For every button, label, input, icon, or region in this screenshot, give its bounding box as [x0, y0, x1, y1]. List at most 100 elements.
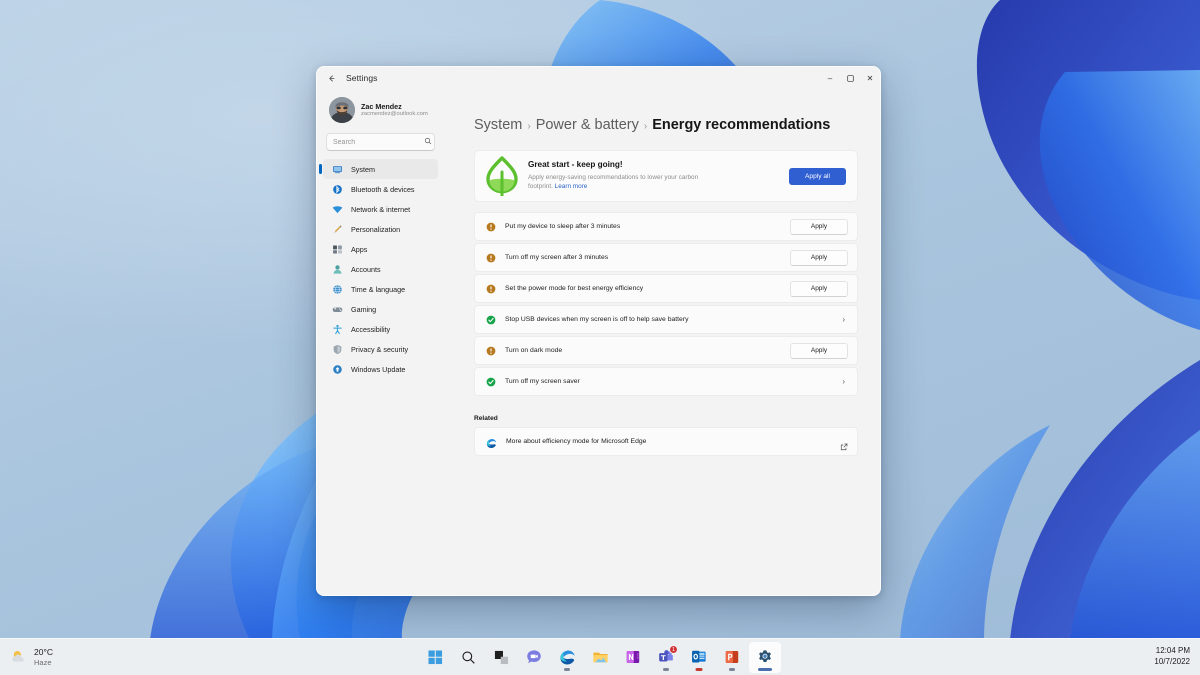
weather-widget[interactable]: 20°C Haze [0, 647, 200, 667]
recommendation-row[interactable]: Stop USB devices when my screen is off t… [474, 305, 858, 334]
shield-icon [332, 344, 343, 355]
search-box[interactable] [326, 133, 435, 151]
taskbar-outlook-button[interactable] [683, 642, 715, 673]
clock-time: 12:04 PM [1154, 646, 1190, 657]
apply-button[interactable]: Apply [790, 343, 848, 359]
breadcrumb-separator: › [527, 121, 530, 132]
clock-date: 10/7/2022 [1154, 657, 1190, 668]
close-button[interactable]: ✕ [860, 67, 880, 89]
taskbar-onenote-button[interactable] [617, 642, 649, 673]
avatar [329, 97, 355, 123]
taskbar-task-view-button[interactable] [485, 642, 517, 673]
outlook-icon [691, 649, 707, 665]
recommendation-row[interactable]: Turn on dark mode Apply [474, 336, 858, 365]
taskbar-teams-button[interactable]: 1 [650, 642, 682, 673]
sidebar-item-label: Accessibility [351, 325, 390, 334]
related-link-label: More about efficiency mode for Microsoft… [506, 438, 840, 445]
sidebar-item-time-language[interactable]: Time & language [323, 279, 438, 299]
sidebar-item-bluetooth-devices[interactable]: Bluetooth & devices [323, 179, 438, 199]
recommendation-row[interactable]: Turn off my screen after 3 minutes Apply [474, 243, 858, 272]
sidebar-item-personalization[interactable]: Personalization [323, 219, 438, 239]
apply-all-button[interactable]: Apply all [789, 168, 846, 185]
taskbar-clock[interactable]: 12:04 PM 10/7/2022 [1154, 646, 1200, 668]
search-input[interactable] [333, 139, 424, 146]
recommendation-row[interactable]: Turn off my screen saver › [474, 367, 858, 396]
recommendation-label: Turn on dark mode [505, 347, 790, 354]
weather-condition: Haze [34, 658, 53, 667]
hero-description-line1: Apply energy-saving recommendations to l… [528, 174, 677, 181]
sidebar: Zac Mendez zacmendez@outlook.com System … [317, 89, 444, 595]
taskbar-start-button[interactable] [419, 642, 451, 673]
sidebar-item-label: Time & language [351, 285, 405, 294]
taskbar-search-button[interactable] [452, 642, 484, 673]
sidebar-item-label: Gaming [351, 305, 376, 314]
sidebar-item-accounts[interactable]: Accounts [323, 259, 438, 279]
sidebar-item-label: Network & internet [351, 205, 410, 214]
search-icon [424, 137, 432, 147]
sidebar-item-label: System [351, 165, 375, 174]
recommendation-row[interactable]: Set the power mode for best energy effic… [474, 274, 858, 303]
apply-button[interactable]: Apply [790, 281, 848, 297]
sidebar-item-privacy-security[interactable]: Privacy & security [323, 339, 438, 359]
accessibility-icon [332, 324, 343, 335]
breadcrumb-separator: › [644, 121, 647, 132]
sidebar-item-accessibility[interactable]: Accessibility [323, 319, 438, 339]
maximize-button[interactable] [840, 67, 860, 89]
sidebar-nav: System Bluetooth & devices Network & int… [323, 159, 438, 379]
minimize-button[interactable]: – [820, 67, 840, 89]
globe-clock-icon [332, 284, 343, 295]
recommendation-label: Turn off my screen after 3 minutes [505, 254, 790, 261]
recommendation-label: Turn off my screen saver [505, 378, 842, 385]
page-title: Energy recommendations [652, 117, 830, 133]
sidebar-item-windows-update[interactable]: Windows Update [323, 359, 438, 379]
learn-more-link[interactable]: Learn more [555, 183, 588, 190]
apply-button[interactable]: Apply [790, 219, 848, 235]
breadcrumb-parent[interactable]: Power & battery [536, 117, 639, 133]
taskbar-edge-button[interactable] [551, 642, 583, 673]
paintbrush-icon [332, 224, 343, 235]
taskbar-active-indicator [758, 668, 772, 671]
teams-chat-icon [526, 649, 542, 665]
sidebar-item-network-internet[interactable]: Network & internet [323, 199, 438, 219]
taskbar-buttons: 1 [419, 642, 781, 673]
sidebar-item-system[interactable]: System [323, 159, 438, 179]
content-pane: System › Power & battery › Energy recomm… [444, 89, 880, 595]
window-body: Zac Mendez zacmendez@outlook.com System … [317, 89, 880, 595]
taskbar-running-indicator [564, 668, 570, 671]
recommendation-row[interactable]: Put my device to sleep after 3 minutes A… [474, 212, 858, 241]
taskbar: 20°C Haze [0, 638, 1200, 675]
sidebar-item-label: Accounts [351, 265, 381, 274]
gear-icon [757, 649, 773, 665]
edge-icon [486, 436, 497, 447]
taskbar-running-indicator [729, 668, 735, 671]
recommendation-label: Put my device to sleep after 3 minutes [505, 223, 790, 230]
weather-temperature: 20°C [34, 647, 53, 658]
back-arrow-icon[interactable] [324, 71, 339, 86]
apply-button[interactable]: Apply [790, 250, 848, 266]
taskbar-file-explorer-button[interactable] [584, 642, 616, 673]
chevron-right-icon[interactable]: › [842, 315, 848, 324]
recommendation-label: Set the power mode for best energy effic… [505, 285, 790, 292]
window-controls: – ✕ [820, 67, 880, 89]
window-titlebar: Settings – ✕ [317, 67, 880, 89]
bluetooth-icon [332, 184, 343, 195]
warning-icon [486, 222, 496, 232]
sidebar-item-label: Apps [351, 245, 367, 254]
sidebar-item-gaming[interactable]: Gaming [323, 299, 438, 319]
sidebar-item-apps[interactable]: Apps [323, 239, 438, 259]
taskbar-powerpoint-button[interactable] [716, 642, 748, 673]
breadcrumb: System › Power & battery › Energy recomm… [474, 117, 858, 133]
breadcrumb-root[interactable]: System [474, 117, 522, 133]
folder-icon [592, 649, 609, 666]
taskbar-chat-button[interactable] [518, 642, 550, 673]
taskbar-settings-button[interactable] [749, 642, 781, 673]
warning-icon [486, 253, 496, 263]
energy-hero-card: Great start - keep going! Apply energy-s… [474, 150, 858, 202]
recommendation-label: Stop USB devices when my screen is off t… [505, 316, 842, 323]
profile-card[interactable]: Zac Mendez zacmendez@outlook.com [323, 89, 438, 129]
edge-icon [559, 649, 576, 666]
settings-window: Settings – ✕ [316, 66, 881, 596]
chevron-right-icon[interactable]: › [842, 377, 848, 386]
wifi-icon [332, 204, 343, 215]
related-link-row[interactable]: More about efficiency mode for Microsoft… [474, 427, 858, 456]
